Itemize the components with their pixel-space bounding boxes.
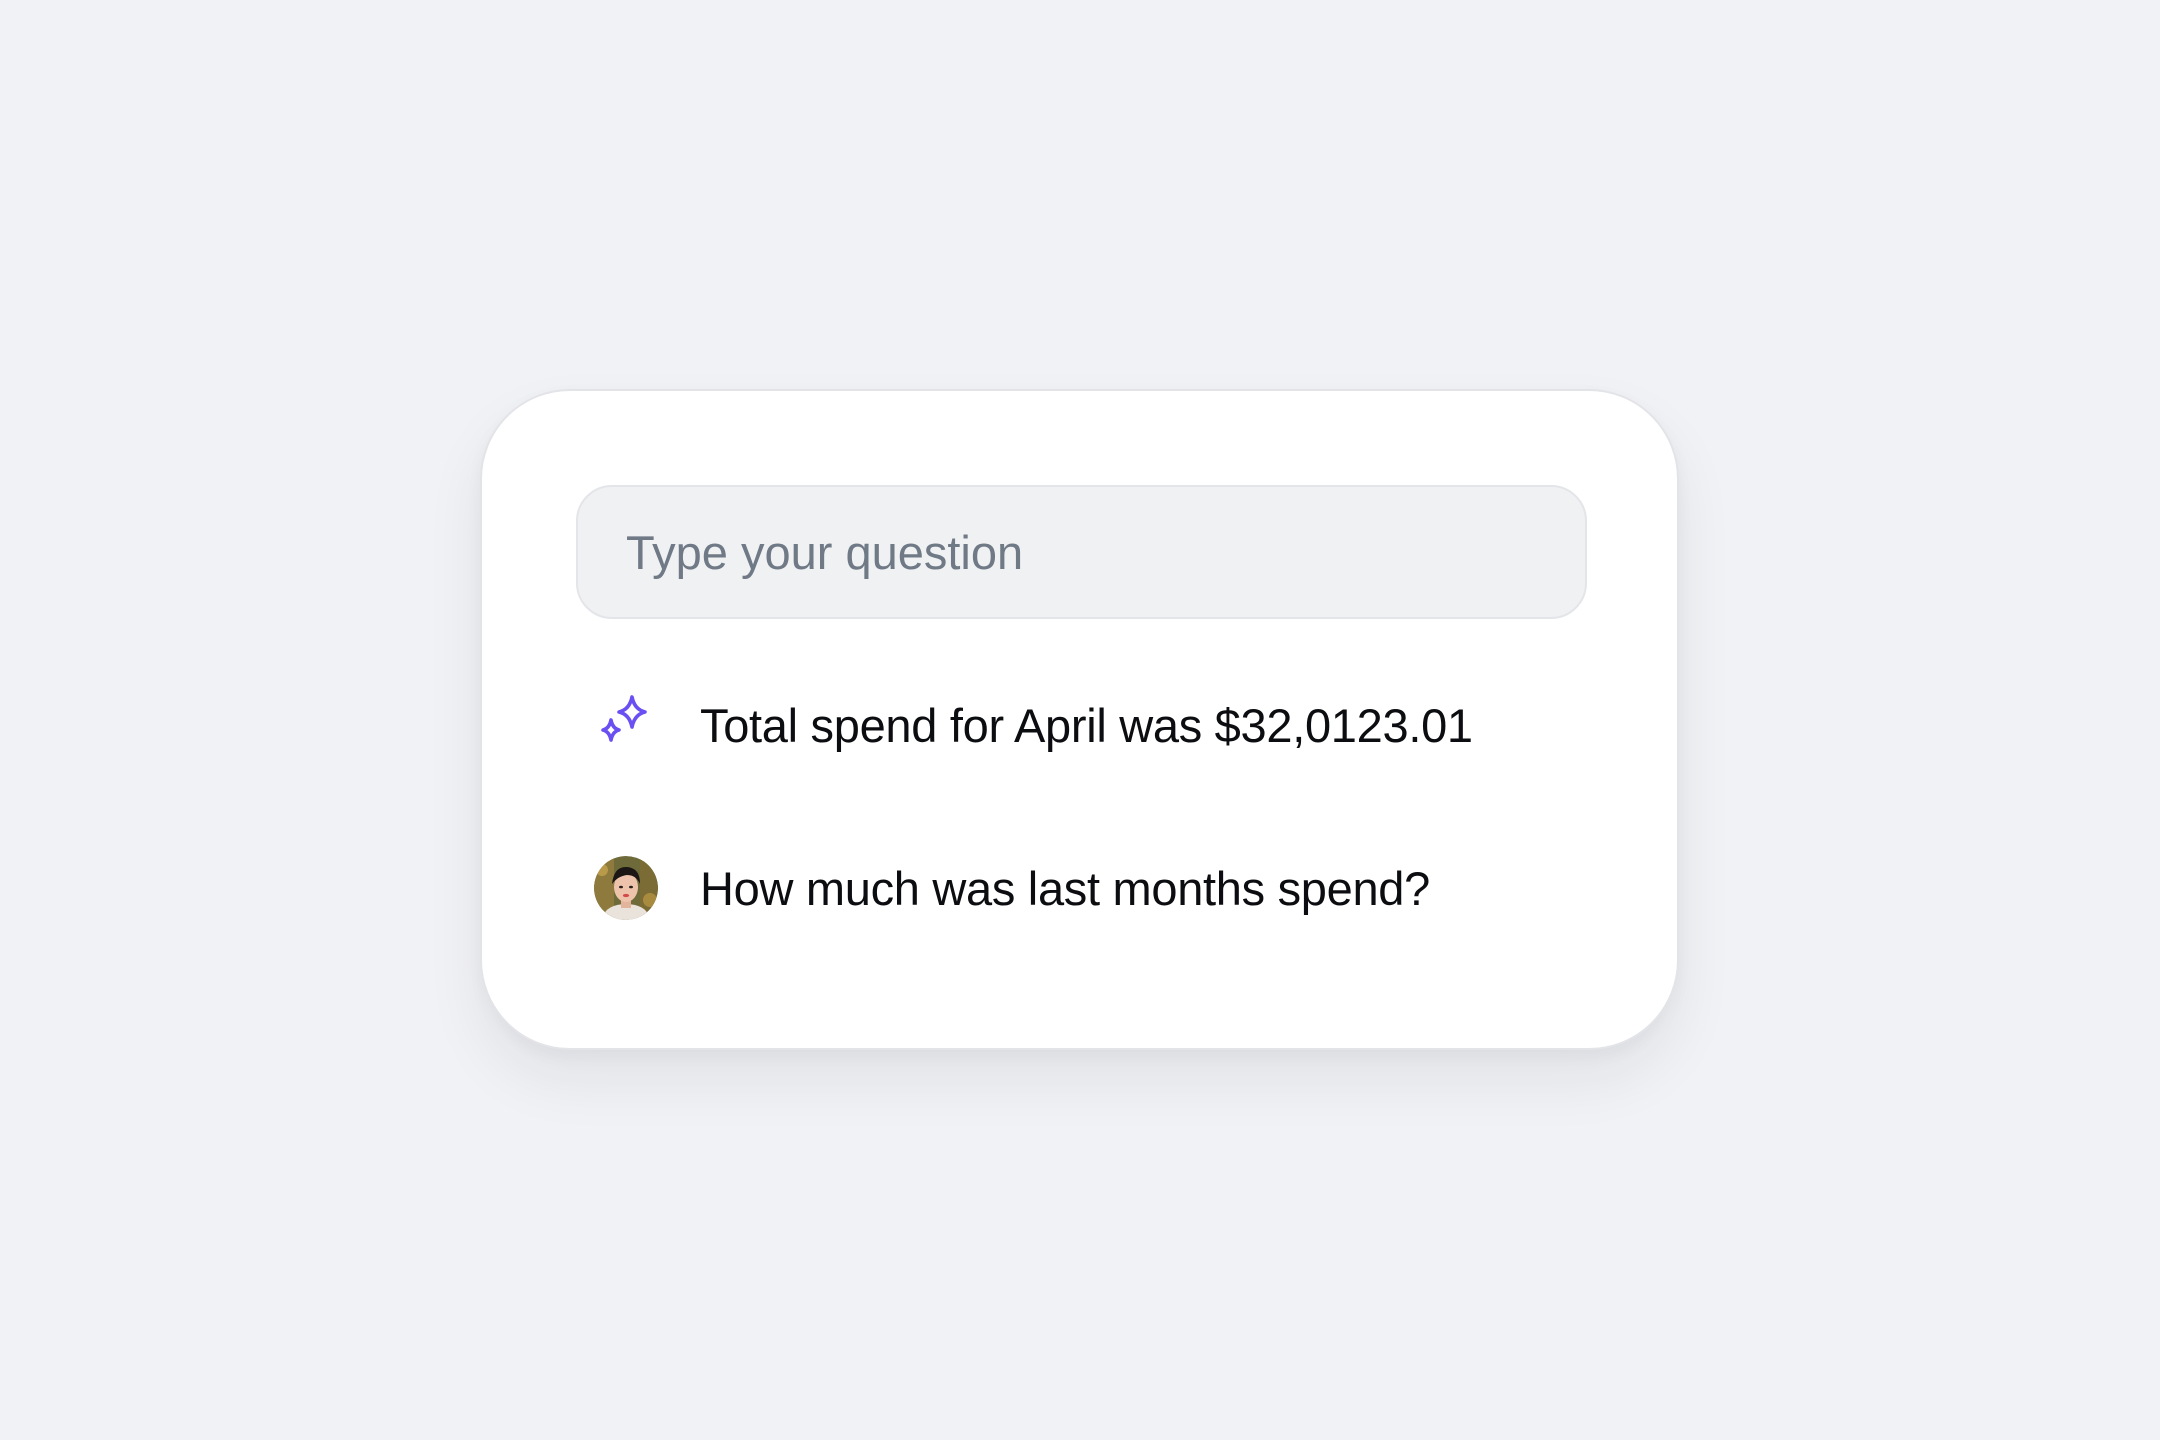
- question-input[interactable]: [576, 485, 1587, 619]
- assistant-message-text: Total spend for April was $32,0123.01: [700, 698, 1473, 752]
- user-avatar: [594, 856, 658, 920]
- user-message: How much was last months spend?: [594, 856, 1430, 920]
- user-message-text: How much was last months spend?: [700, 861, 1430, 915]
- assistant-message: Total spend for April was $32,0123.01: [594, 693, 1473, 757]
- sparkles-icon: [594, 693, 658, 757]
- chat-card: Total spend for April was $32,0123.01: [480, 389, 1679, 1050]
